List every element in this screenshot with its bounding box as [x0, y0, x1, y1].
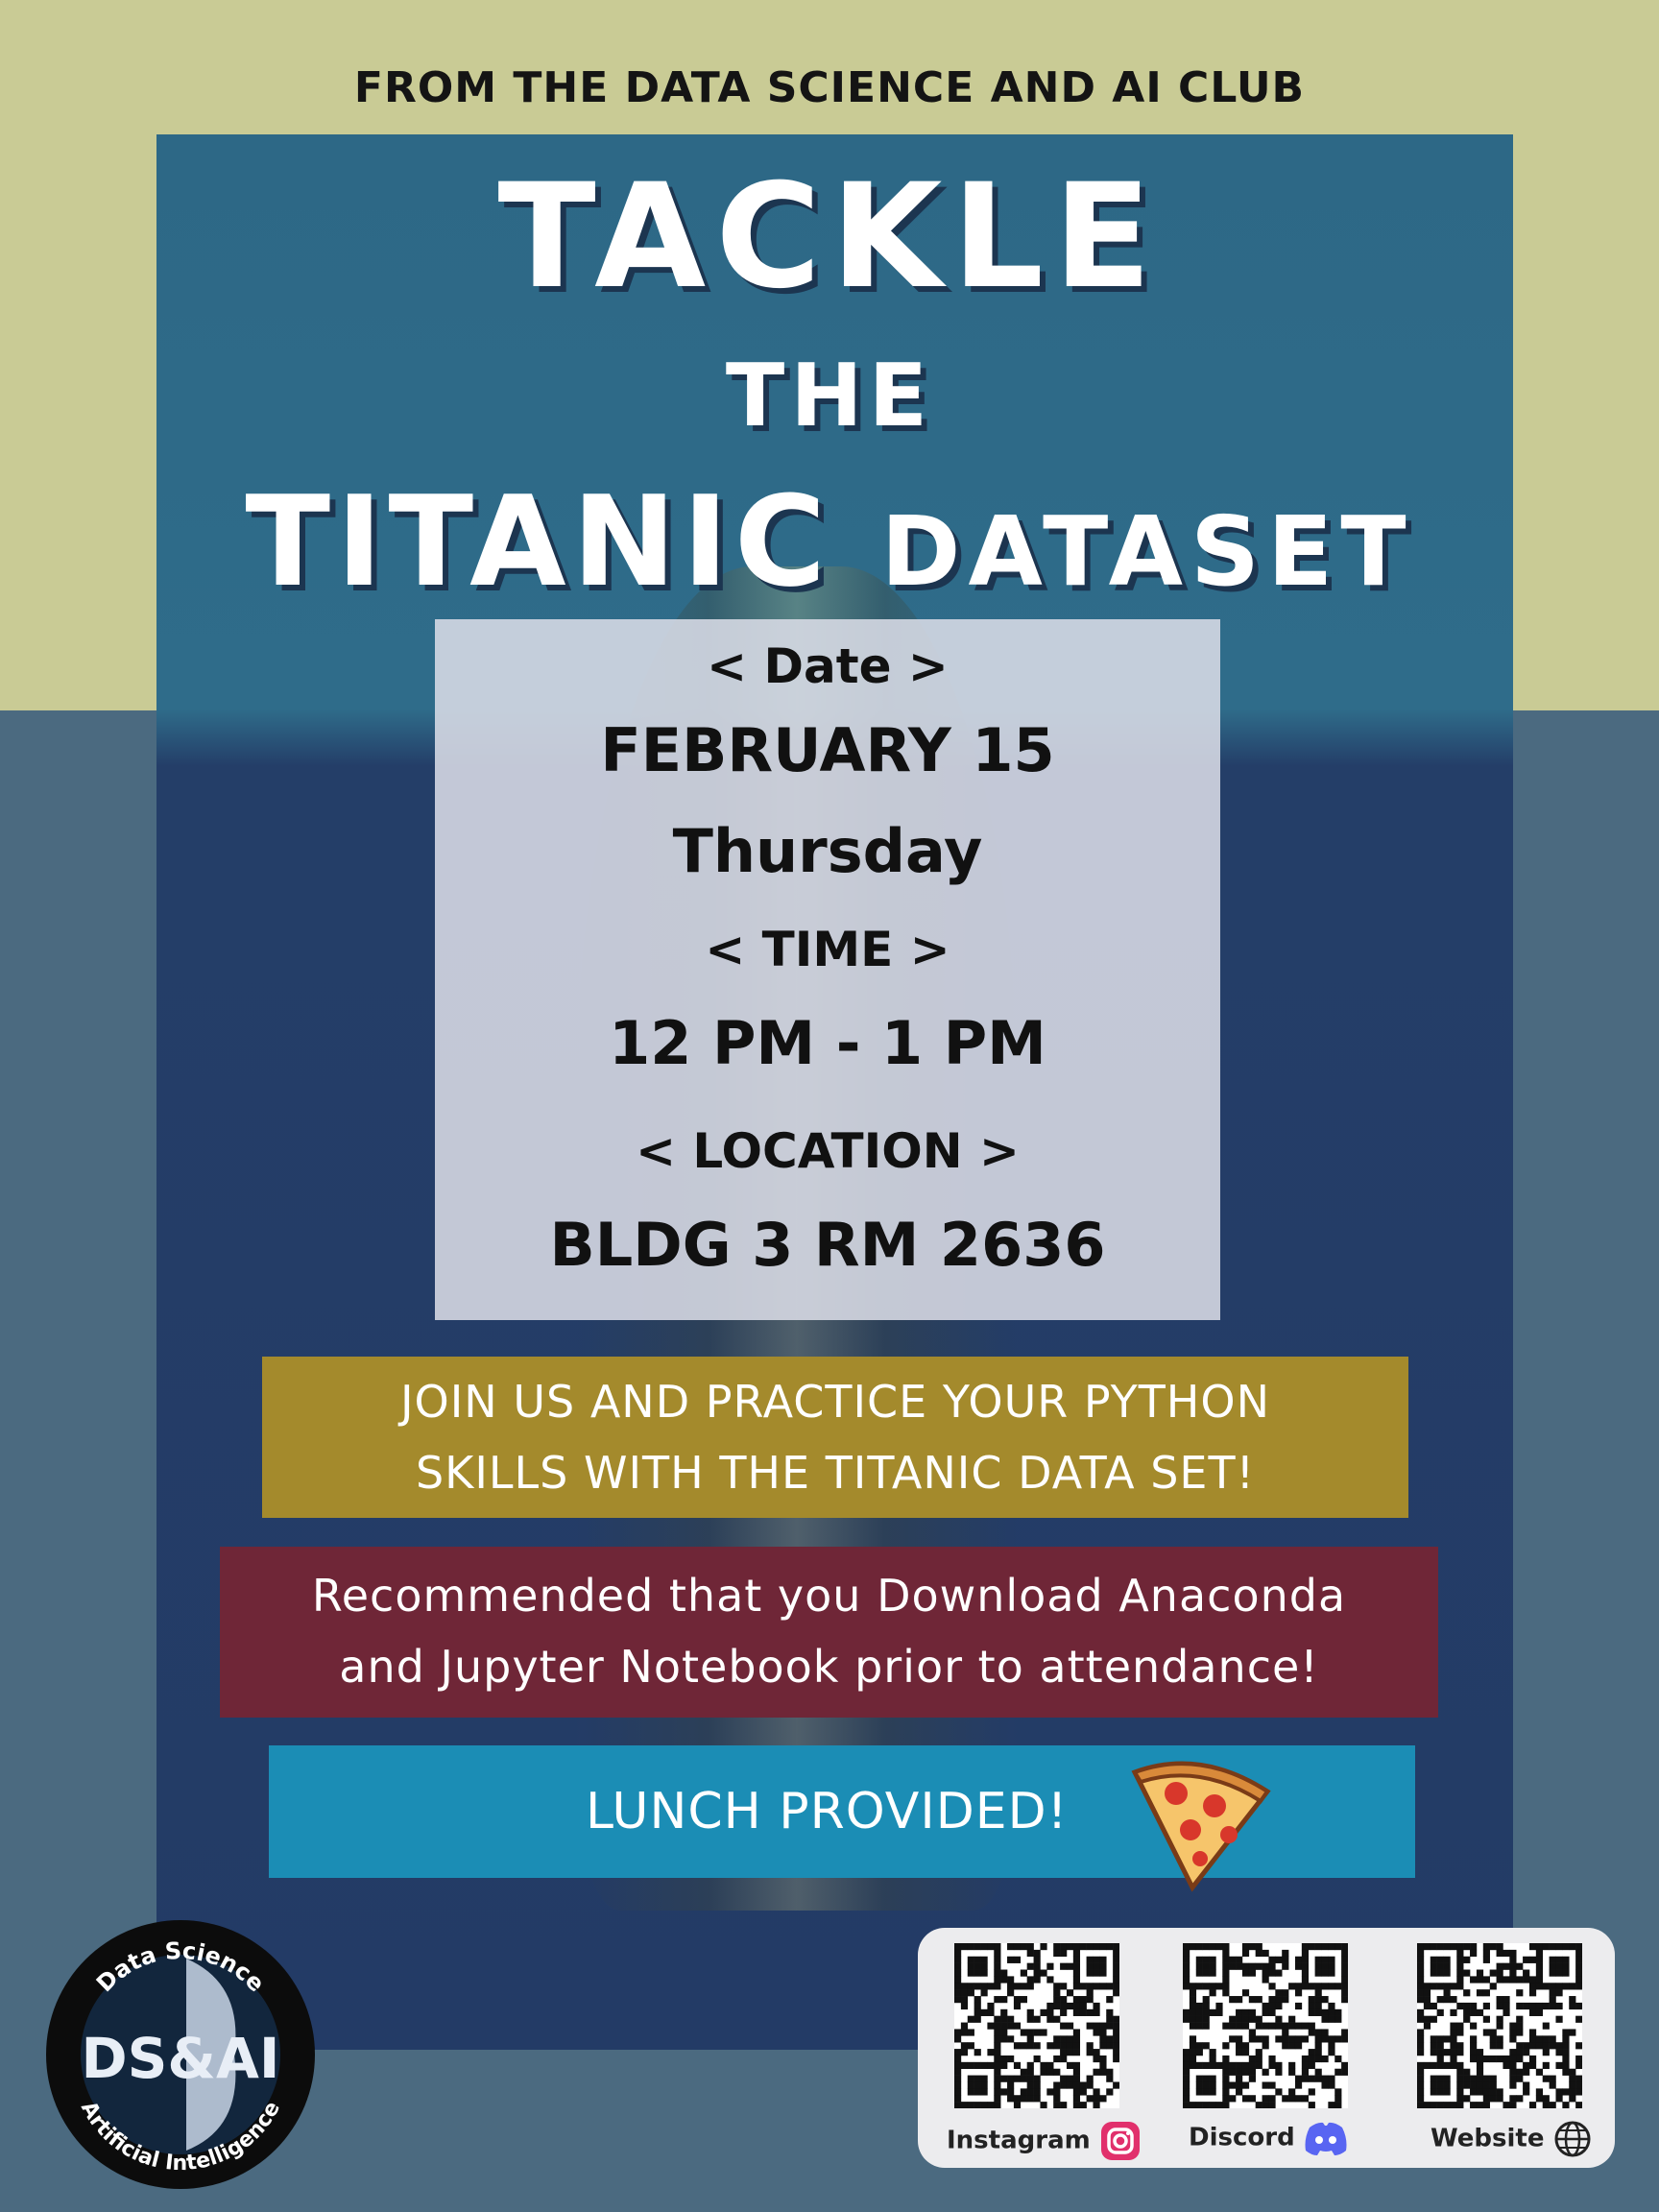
location-label: < LOCATION >: [636, 1123, 1020, 1179]
instagram-qr[interactable]: [954, 1943, 1120, 2109]
instagram-icon: [1100, 2122, 1140, 2160]
join-line-1: JOIN US AND PRACTICE YOUR PYTHON: [399, 1376, 1271, 1428]
recommend-line-1: Recommended that you Download Anaconda: [311, 1570, 1347, 1622]
discord-label: Discord: [1189, 2123, 1295, 2152]
globe-icon: [1554, 2121, 1591, 2157]
title-line-2: THE: [725, 346, 934, 446]
pizza-icon: [1131, 1761, 1271, 1892]
discord-link[interactable]: Discord: [1189, 2120, 1348, 2156]
recommend-callout: Recommended that you Download Anaconda a…: [220, 1547, 1438, 1718]
discord-icon: [1305, 2122, 1347, 2155]
date-value: FEBRUARY 15: [600, 715, 1055, 785]
time-value: 12 PM - 1 PM: [609, 1008, 1046, 1078]
time-label: < TIME >: [705, 922, 950, 977]
weekday-value: Thursday: [672, 816, 983, 886]
logo-mark: DS&AI: [82, 2026, 280, 2091]
join-line-2: SKILLS WITH THE TITANIC DATA SET!: [415, 1447, 1256, 1499]
discord-qr[interactable]: [1183, 1943, 1349, 2109]
qr-links-box: Instagram Discord Website: [918, 1928, 1615, 2168]
title-titanic: TITANIC: [245, 469, 832, 614]
club-kicker: FROM THE DATA SCIENCE AND AI CLUB: [353, 63, 1306, 112]
lunch-text: LUNCH PROVIDED!: [586, 1783, 1069, 1840]
club-logo: Data Science Artificial Intelligence DS&…: [42, 1916, 319, 2193]
title-dataset: DATASET: [880, 495, 1414, 608]
recommend-line-2: and Jupyter Notebook prior to attendance…: [339, 1641, 1319, 1693]
date-label: < Date >: [707, 638, 949, 694]
instagram-link[interactable]: Instagram: [947, 2120, 1142, 2162]
website-label: Website: [1431, 2124, 1545, 2153]
website-qr[interactable]: [1417, 1943, 1583, 2109]
website-link[interactable]: Website: [1431, 2120, 1592, 2158]
join-callout: JOIN US AND PRACTICE YOUR PYTHON SKILLS …: [262, 1357, 1408, 1518]
instagram-label: Instagram: [947, 2126, 1091, 2155]
location-value: BLDG 3 RM 2636: [549, 1210, 1106, 1280]
event-info-box: < Date > FEBRUARY 15 Thursday < TIME > 1…: [435, 619, 1220, 1320]
title-line-3: TITANIC DATASET: [0, 469, 1659, 614]
title-line-1: TACKLE: [497, 154, 1162, 321]
